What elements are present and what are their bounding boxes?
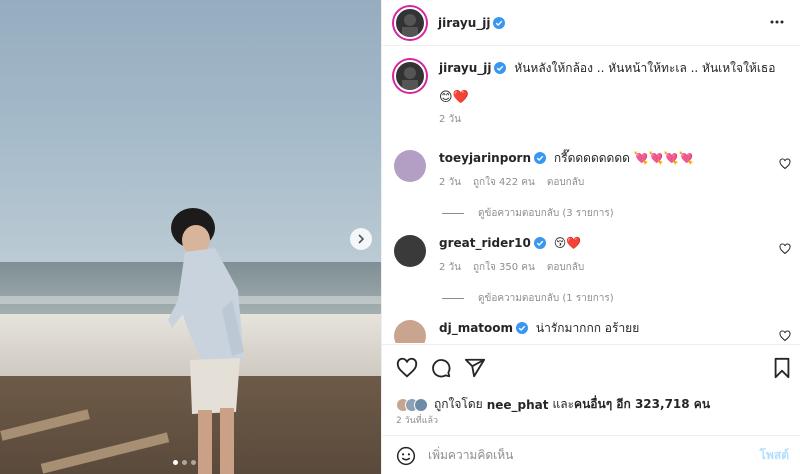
post-header: jirayu_jj (382, 0, 800, 46)
comment-time: 2 วัน (439, 262, 461, 273)
likers-avatars (396, 397, 428, 412)
chevron-right-icon (358, 234, 365, 244)
author-avatar[interactable] (394, 60, 426, 92)
view-replies[interactable]: ดูข้อความตอบกลับ (1 รายการ) (442, 291, 614, 306)
commenter-avatar[interactable] (394, 320, 426, 343)
post-time-ago: 2 วันที่แล้ว (396, 416, 439, 426)
comment-like-icon[interactable] (779, 330, 791, 342)
caption-emojis: 😊❤️ (439, 90, 469, 105)
caption-body: jirayu_jj หันหลังให้กล้อง .. หันหน้าให้ท… (439, 60, 775, 128)
author-avatar[interactable] (394, 6, 426, 39)
bookmark-icon[interactable] (772, 357, 792, 379)
comment-text: น่ารักมากกก อร้ายย (535, 321, 640, 335)
share-icon[interactable] (464, 357, 486, 379)
caption-text: หันหลังให้กล้อง .. หันหน้าให้ทะเล .. หัน… (514, 61, 776, 75)
likes-user[interactable]: nee_phat (487, 398, 549, 412)
view-replies-label: ดูข้อความตอบกลับ (1 รายการ) (478, 293, 614, 304)
comment-likes[interactable]: ถูกใจ 350 คน (473, 260, 535, 276)
caption-meta: 2 วัน (439, 112, 775, 128)
comment-row: great_rider10 😚❤️ 2 วัน ถูกใจ 350 คน ตอบ… (394, 235, 584, 276)
post-actions: ถูกใจโดย nee_phat และ คนอื่นๆ อีก 323,71… (382, 344, 800, 474)
verified-icon (533, 237, 546, 249)
carousel-next-button[interactable] (350, 228, 372, 250)
caption-time: 2 วัน (439, 114, 461, 125)
comment-reply-button[interactable]: ตอบกลับ (547, 260, 584, 276)
comment-row: toeyjarinporn กรี๊ดดดดดดดด 💘💘💘💘 2 วัน ถู… (394, 150, 694, 191)
liker-avatar (414, 397, 428, 412)
post-photo[interactable] (0, 0, 381, 474)
carousel-dots (173, 460, 196, 465)
likes-middle: และ (552, 397, 575, 411)
commenter-username[interactable]: dj_matoom (439, 321, 513, 335)
replies-line (442, 213, 464, 214)
commenter-username[interactable]: great_rider10 (439, 236, 531, 250)
verified-icon (494, 62, 507, 74)
emoji-icon[interactable] (396, 446, 416, 466)
comment-like-icon[interactable] (779, 243, 791, 255)
view-replies[interactable]: ดูข้อความตอบกลับ (3 รายการ) (442, 206, 614, 221)
author-username[interactable]: jirayu_jj (438, 16, 490, 30)
comments-list: jirayu_jj หันหลังให้กล้อง .. หันหน้าให้ท… (382, 47, 800, 343)
likes-others[interactable]: คนอื่นๆ อีก 323,718 คน (574, 395, 710, 414)
verified-icon (534, 152, 547, 164)
verified-icon (493, 16, 506, 29)
caption-username[interactable]: jirayu_jj (439, 61, 491, 75)
like-icon[interactable] (396, 357, 418, 379)
likes-prefix: ถูกใจโดย (434, 397, 483, 411)
comment-time: 2 วัน (439, 177, 461, 188)
carousel-dot (191, 460, 196, 465)
comment-text: กรี๊ดดดดดดดด 💘💘💘💘 (553, 151, 694, 165)
carousel-dot (173, 460, 178, 465)
comment-like-icon[interactable] (779, 158, 791, 170)
carousel-dot (182, 460, 187, 465)
likes-summary[interactable]: ถูกใจโดย nee_phat และ คนอื่นๆ อีก 323,71… (396, 395, 710, 414)
more-options-icon[interactable] (769, 14, 785, 30)
comment-icon[interactable] (430, 357, 452, 379)
verified-icon (516, 322, 529, 334)
post-comment-button[interactable]: โพสต์ (760, 446, 789, 465)
comment-text: 😚❤️ (553, 236, 582, 250)
commenter-avatar[interactable] (394, 150, 426, 182)
photo-person (168, 208, 244, 474)
comment-reply-button[interactable]: ตอบกลับ (547, 175, 584, 191)
caption-row: jirayu_jj หันหลังให้กล้อง .. หันหน้าให้ท… (394, 60, 775, 128)
commenter-username[interactable]: toeyjarinporn (439, 151, 531, 165)
post-panel: jirayu_jj jirayu_jj หันหลังให้กล้อง .. ห… (381, 0, 800, 474)
comment-input[interactable]: เพิ่มความคิดเห็น (428, 446, 760, 465)
view-replies-label: ดูข้อความตอบกลับ (3 รายการ) (478, 208, 614, 219)
replies-line (442, 298, 464, 299)
commenter-avatar[interactable] (394, 235, 426, 267)
comment-likes[interactable]: ถูกใจ 422 คน (473, 175, 535, 191)
add-comment-bar: เพิ่มความคิดเห็น โพสต์ (382, 435, 800, 474)
comment-row: dj_matoom น่ารักมากกก อร้ายย (394, 320, 639, 343)
